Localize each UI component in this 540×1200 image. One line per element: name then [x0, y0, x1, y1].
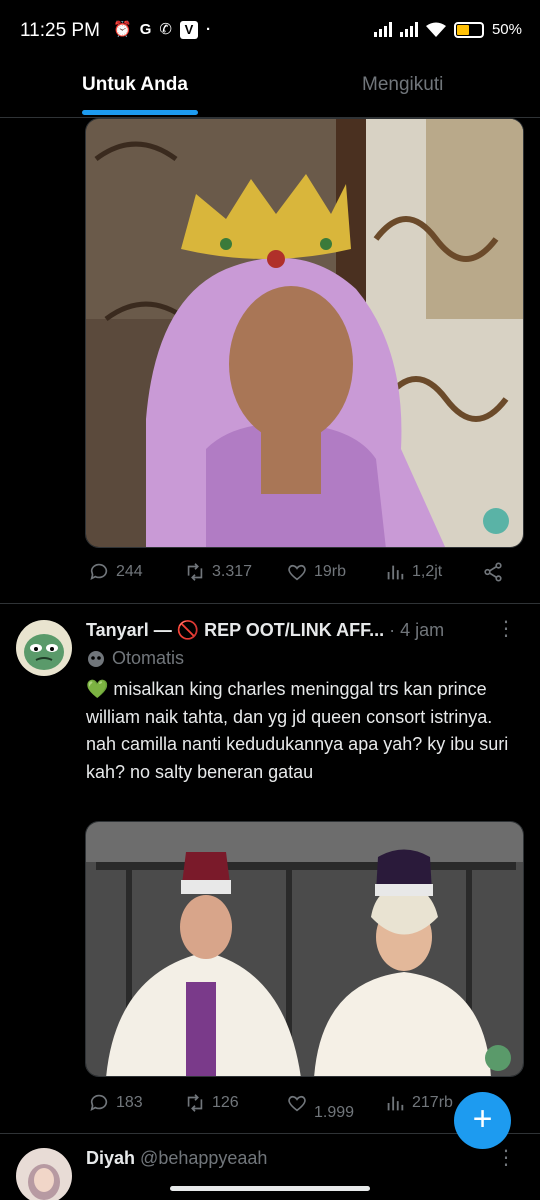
- views-button[interactable]: 217rb: [384, 1092, 453, 1114]
- reply-icon: [90, 1094, 108, 1111]
- tweet-header: Diyah @behappyeaah: [86, 1148, 267, 1169]
- handle: @behappyeaah: [140, 1148, 268, 1168]
- retweet-icon: [187, 1094, 203, 1112]
- phone-icon: ✆: [159, 21, 172, 38]
- plus-icon: +: [472, 1100, 493, 1138]
- avatar[interactable]: [16, 620, 72, 676]
- tweet-text: 💚 misalkan king charles meninggal trs ka…: [86, 679, 509, 782]
- retweet-count: 126: [212, 1094, 239, 1111]
- timeline-tabs: Untuk Anda Mengikuti: [0, 64, 540, 118]
- like-count: 19rb: [314, 563, 347, 580]
- reply-count: 244: [116, 563, 143, 580]
- tweet2-action-bar: 183 126 1.999 217rb: [88, 1092, 508, 1122]
- tab-untuk-anda[interactable]: Untuk Anda: [82, 74, 188, 96]
- reply-count: 183: [116, 1094, 143, 1111]
- reply-icon: [90, 563, 108, 580]
- status-bar: 11:25 PM ⏰ G ✆ V · 50%: [0, 0, 540, 64]
- home-indicator: [170, 1186, 370, 1191]
- more-options-icon[interactable]: ⋮: [496, 1148, 516, 1168]
- tweet1-action-bar: 244 3.317 19rb 1,2jt: [88, 561, 508, 591]
- battery-percent: 50%: [491, 21, 522, 38]
- reply-button[interactable]: 244: [88, 561, 143, 583]
- tweet-divider: [0, 603, 540, 604]
- retweet-count: 3.317: [212, 563, 253, 580]
- signal-2-icon: [399, 22, 418, 37]
- retweet-button[interactable]: 3.317: [184, 561, 252, 583]
- share-icon: [484, 562, 502, 582]
- views-count: 217rb: [412, 1094, 453, 1111]
- avatar[interactable]: [16, 1148, 72, 1200]
- more-options-icon[interactable]: ⋮: [496, 619, 516, 639]
- alarm-icon: ⏰: [113, 21, 132, 38]
- views-count: 1,2jt: [412, 563, 443, 580]
- like-count: 1.999: [314, 1104, 355, 1121]
- heart-icon: [288, 1095, 306, 1112]
- wifi-icon: [425, 22, 446, 37]
- vpn-icon: V: [179, 21, 198, 39]
- reply-button[interactable]: 183: [88, 1092, 143, 1114]
- signal-icon: [373, 22, 392, 37]
- views-icon: [387, 565, 404, 580]
- retweet-button[interactable]: 126: [184, 1092, 239, 1114]
- google-icon: G: [139, 21, 152, 38]
- compose-tweet-button[interactable]: +: [454, 1092, 511, 1149]
- views-button[interactable]: 1,2jt: [384, 561, 442, 583]
- tweet-image-coronation[interactable]: [85, 821, 524, 1077]
- like-button[interactable]: 19rb: [286, 561, 346, 583]
- tab-mengikuti[interactable]: Mengikuti: [362, 74, 443, 96]
- like-button[interactable]: 1.999: [286, 1092, 354, 1121]
- automated-account-label: Otomatis: [86, 648, 184, 669]
- status-time: 11:25 PM: [20, 20, 100, 41]
- display-name[interactable]: Diyah: [86, 1148, 135, 1168]
- tweet-image-crowned-man[interactable]: [85, 118, 524, 548]
- more-dot-icon: ·: [205, 21, 211, 38]
- retweet-icon: [187, 563, 203, 581]
- status-notification-icons: ⏰ G ✆ V ·: [113, 20, 211, 40]
- display-name[interactable]: Tanyarl — 🚫 REP OOT/LINK AFF...: [86, 620, 384, 640]
- battery-icon: [453, 21, 484, 38]
- views-icon: [387, 1096, 404, 1111]
- tweet-header: Tanyarl — 🚫 REP OOT/LINK AFF... · 4 jam: [86, 620, 444, 641]
- bot-icon: [88, 650, 104, 667]
- share-button[interactable]: [482, 561, 504, 583]
- tweet-time: · 4 jam: [389, 620, 445, 640]
- battery-fill: [456, 24, 469, 35]
- heart-icon: [288, 564, 306, 581]
- active-tab-indicator: [82, 110, 198, 115]
